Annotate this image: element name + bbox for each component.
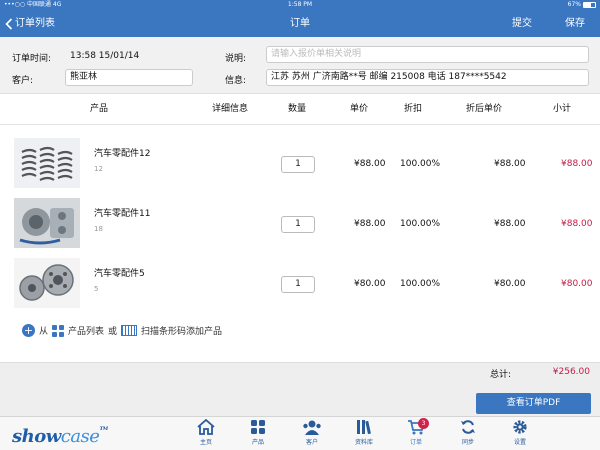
header-detail: 详细信息 [212, 104, 249, 114]
header-discounted-price: 折后单价 [466, 104, 503, 114]
product-name: 汽车零配件5 [94, 269, 145, 279]
header-price: 单价 [350, 104, 369, 114]
info-label: 信息: [225, 76, 247, 86]
table-row[interactable]: 汽车零配件5 5 1 ¥80.00 100.00% ¥80.00 ¥80.00 [0, 254, 600, 312]
row-subtotal: ¥80.00 [561, 279, 593, 289]
tab-settings[interactable]: 设置 [502, 419, 538, 449]
tab-products[interactable]: 产品 [240, 419, 276, 449]
or-text: 或 [108, 327, 118, 337]
tab-customers[interactable]: 客户 [294, 419, 330, 449]
nav-bar: 订单列表 订单 提交 保存 [0, 10, 600, 37]
product-thumbnail-springs [14, 138, 80, 188]
tab-label: 客户 [305, 439, 318, 446]
product-code: 5 [94, 285, 99, 293]
scan-barcode-link[interactable]: 扫描条形码添加产品 [141, 324, 222, 337]
product-thumbnail-pulleys [14, 258, 80, 308]
library-icon [357, 420, 371, 435]
discounted-price[interactable]: ¥80.00 [494, 279, 526, 289]
product-list-link[interactable]: 产品列表 [68, 324, 104, 337]
customer-field[interactable]: 熊亚林 [65, 69, 193, 86]
gear-icon [513, 420, 527, 434]
unit-price: ¥88.00 [354, 159, 386, 169]
tab-bar: showcaseTM 主页 产品 客户 资料库 3 订单 同步 设置 [0, 416, 600, 450]
quantity-input[interactable]: 1 [281, 216, 315, 233]
quantity-input[interactable]: 1 [281, 156, 315, 173]
total-value: ¥256.00 [552, 367, 590, 377]
note-input[interactable]: 请输入报价单相关说明 [266, 46, 589, 63]
save-button[interactable]: 保存 [565, 10, 585, 37]
unit-price: ¥88.00 [354, 219, 386, 229]
add-from-text: 从 [39, 327, 49, 337]
battery-icon [583, 2, 596, 8]
discount-value[interactable]: 100.00% [400, 279, 440, 289]
home-icon [197, 419, 215, 435]
tab-label: 产品 [251, 439, 264, 446]
quantity-input[interactable]: 1 [281, 276, 315, 293]
clock: 1:58 PM [287, 1, 313, 8]
discounted-price[interactable]: ¥88.00 [494, 219, 526, 229]
header-subtotal: 小计 [553, 104, 572, 114]
discounted-price[interactable]: ¥88.00 [494, 159, 526, 169]
table-header: 产品 详细信息 数量 单价 折扣 折后单价 小计 [0, 95, 600, 125]
discount-value[interactable]: 100.00% [400, 159, 440, 169]
unit-price: ¥80.00 [354, 279, 386, 289]
product-name: 汽车零配件12 [94, 149, 151, 159]
add-product-bar: + 从 产品列表 或 扫描条形码添加产品 [22, 324, 222, 337]
orders-badge: 3 [418, 418, 429, 429]
barcode-icon[interactable] [121, 325, 138, 336]
status-bar: •••○○ 中国联通 4G 1:58 PM 67% [0, 0, 600, 10]
tab-label: 同步 [461, 439, 474, 446]
tab-label: 设置 [513, 439, 526, 446]
table-row[interactable]: 汽车零配件12 12 1 ¥88.00 100.00% ¥88.00 ¥88.0… [0, 134, 600, 192]
showcase-logo: showcaseTM [12, 426, 108, 447]
header-qty: 数量 [288, 104, 307, 114]
discount-value[interactable]: 100.00% [400, 219, 440, 229]
note-label: 说明: [225, 54, 247, 64]
add-icon[interactable]: + [22, 324, 35, 337]
customer-label: 客户: [12, 76, 34, 86]
tab-sync[interactable]: 同步 [450, 419, 486, 449]
order-info-panel: 订单时间: 13:58 15/01/14 说明: 请输入报价单相关说明 客户: … [0, 37, 600, 94]
grid-icon [251, 420, 265, 434]
total-label: 总计: [490, 370, 512, 380]
tab-home[interactable]: 主页 [188, 419, 224, 449]
product-thumbnail-engine-parts [14, 198, 80, 248]
product-code: 18 [94, 225, 103, 233]
tab-label: 资料库 [354, 439, 373, 446]
product-list-icon[interactable] [52, 324, 65, 337]
product-code: 12 [94, 165, 103, 173]
row-subtotal: ¥88.00 [561, 219, 593, 229]
tab-library[interactable]: 资料库 [346, 419, 382, 449]
tab-label: 主页 [199, 439, 212, 446]
order-time-label: 订单时间: [12, 54, 52, 64]
submit-button[interactable]: 提交 [512, 10, 532, 37]
header-discount: 折扣 [404, 104, 423, 114]
page-title: 订单 [290, 18, 310, 29]
product-name: 汽车零配件11 [94, 209, 151, 219]
order-time-value: 13:58 15/01/14 [70, 51, 140, 61]
customers-icon [303, 420, 321, 435]
sync-icon [461, 420, 475, 434]
header-product: 产品 [90, 104, 109, 114]
battery-status: 67% [568, 0, 596, 10]
info-field[interactable]: 江苏 苏州 广济南路**号 邮编 215008 电话 187****5542 [266, 69, 589, 86]
view-order-pdf-button[interactable]: 查看订单PDF [476, 393, 591, 414]
total-bar: 总计: ¥256.00 查看订单PDF [0, 362, 600, 416]
table-row[interactable]: 汽车零配件11 18 1 ¥88.00 100.00% ¥88.00 ¥88.0… [0, 194, 600, 252]
battery-percent: 67% [567, 1, 581, 8]
tab-label: 订单 [409, 439, 422, 446]
row-subtotal: ¥88.00 [561, 159, 593, 169]
tab-orders[interactable]: 3 订单 [398, 418, 434, 449]
